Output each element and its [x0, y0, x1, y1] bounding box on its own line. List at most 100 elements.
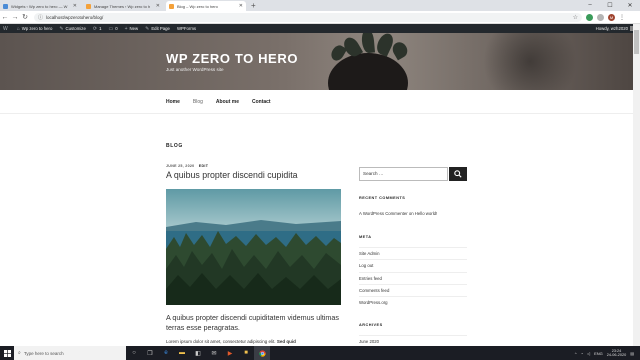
back-icon[interactable]: ←	[0, 14, 10, 21]
scrollbar-thumb[interactable]	[634, 30, 639, 54]
site-title[interactable]: WP ZERO TO HERO	[166, 51, 298, 66]
customize-link[interactable]: ✎ Customize	[59, 26, 86, 32]
clock[interactable]: 23:24 24-06-2020	[607, 349, 626, 358]
recent-comment-item[interactable]: A WordPress Commenter on Hello world!	[359, 211, 437, 216]
wp-logo-menu[interactable]: W	[3, 26, 10, 32]
browser-tab-themes[interactable]: Manage Themes ‹ Wp zero to h ✕	[83, 1, 163, 11]
site-info-icon[interactable]: ⓘ	[38, 14, 43, 21]
plant-leaf	[389, 39, 411, 61]
post-body-bold: Sed quid	[276, 339, 296, 344]
address-bar[interactable]: ⓘ localhost/wpzerotohero/blog/ ☆	[34, 12, 582, 22]
post-date[interactable]: JUNE 25, 2020	[166, 164, 194, 168]
browser-toolbar: ← → ↻ ⓘ localhost/wpzerotohero/blog/ ☆ M…	[0, 11, 640, 24]
comments-link[interactable]: ▭ 0	[108, 26, 117, 32]
edit-page-label: Edit Page	[151, 26, 170, 31]
brush-icon: ✎	[59, 25, 64, 32]
media-icon[interactable]: ▶	[222, 346, 238, 360]
tab-close-icon[interactable]: ✕	[239, 3, 243, 9]
page-scrollbar[interactable]	[633, 24, 640, 346]
nav-blog[interactable]: Blog	[193, 99, 203, 105]
post-edit-link[interactable]: EDIT	[199, 164, 208, 168]
new-tab-button[interactable]: +	[251, 1, 256, 11]
extension-icon[interactable]	[597, 13, 604, 21]
forward-icon[interactable]: →	[10, 14, 20, 21]
browser-tab-blog[interactable]: Blog – Wp zero to hero ✕	[166, 1, 246, 11]
reload-icon[interactable]: ↻	[20, 13, 30, 21]
wordpress-favicon-icon	[86, 3, 91, 9]
new-content-link[interactable]: + New	[125, 26, 139, 32]
edit-page-link[interactable]: ✎ Edit Page	[145, 26, 170, 32]
archives-title: ARCHIVES	[359, 323, 383, 327]
admin-site-link[interactable]: ⌂ Wp zero to hero	[17, 26, 53, 32]
post-title[interactable]: A quibus propter discendi cupidita	[166, 170, 298, 180]
tab-title: Widgets ‹ Wp zero to hero — W	[11, 3, 68, 9]
windows-taskbar: ⌕ Type here to search ○ ❐ e ▬ ◧ ✉ ▶ ■ ^ …	[0, 346, 640, 360]
comments-count: 0	[115, 26, 118, 31]
profile-avatar[interactable]: M	[608, 13, 615, 21]
wpforms-link[interactable]: WPForms	[177, 26, 196, 31]
meta-link-log-out[interactable]: Log out	[359, 259, 467, 271]
volume-icon[interactable]: ◁	[587, 351, 590, 356]
meta-link-entries-feed[interactable]: Entries feed	[359, 271, 467, 284]
taskbar-search-box[interactable]: ⌕ Type here to search	[14, 346, 126, 360]
maximize-icon[interactable]: ☐	[600, 0, 620, 10]
post-featured-image[interactable]	[166, 189, 341, 305]
store-icon[interactable]: ◧	[190, 346, 206, 360]
network-icon[interactable]: ◔	[581, 351, 583, 356]
edge-icon[interactable]: e	[158, 346, 174, 360]
search-input[interactable]: Search …	[359, 167, 448, 181]
file-explorer-icon[interactable]: ▬	[174, 346, 190, 360]
page-title: BLOG	[166, 143, 183, 149]
taskbar-search-placeholder: Type here to search	[23, 350, 64, 356]
cortana-icon[interactable]: ○	[126, 346, 142, 360]
extension-icon[interactable]	[586, 13, 593, 21]
bookmark-star-icon[interactable]: ☆	[573, 14, 578, 21]
meta-link-comments-feed[interactable]: Comments feed	[359, 283, 467, 296]
comment-icon: ▭	[108, 25, 114, 32]
notifications-icon[interactable]: ▤	[630, 351, 634, 356]
meta-link-site-admin[interactable]: Site Admin	[359, 247, 467, 259]
app-icon[interactable]: ■	[238, 346, 254, 360]
header-image	[0, 33, 633, 90]
nav-home[interactable]: Home	[166, 99, 180, 105]
nav-contact[interactable]: Contact	[252, 99, 271, 105]
wordpress-favicon-icon	[169, 3, 174, 9]
task-view-icon[interactable]: ❐	[142, 346, 158, 360]
user-account-menu[interactable]: Howdy, wzh2020	[596, 26, 635, 31]
browser-menu-icon[interactable]: ⋮	[619, 14, 625, 21]
tray-chevron-icon[interactable]: ^	[575, 351, 577, 356]
tab-close-icon[interactable]: ✕	[156, 3, 160, 9]
windows-logo-icon	[3, 349, 11, 357]
howdy-label: Howdy, wzh2020	[595, 26, 628, 31]
updates-link[interactable]: ⟳ 1	[93, 26, 102, 32]
recent-comments-title: RECENT COMMENTS	[359, 196, 406, 200]
browser-tab-widgets[interactable]: Widgets ‹ Wp zero to hero — W ✕	[0, 1, 80, 11]
tab-title: Manage Themes ‹ Wp zero to h	[94, 3, 151, 9]
landscape-image	[166, 189, 341, 305]
nav-about-me[interactable]: About me	[216, 99, 239, 105]
new-label: New	[129, 26, 139, 31]
start-button[interactable]	[0, 346, 14, 360]
search-icon	[454, 170, 462, 178]
main-navigation: Home Blog About me Contact	[0, 90, 633, 114]
system-tray: ^ ◔ ◁ ENG 23:24 24-06-2020 ▤	[571, 349, 634, 358]
minimize-icon[interactable]: –	[580, 0, 600, 10]
post-body: Lorem ipsum dolor sit amet, consectetur …	[166, 339, 296, 344]
admin-site-label: Wp zero to hero	[21, 26, 53, 31]
close-window-icon[interactable]: ✕	[620, 0, 640, 10]
mail-icon[interactable]: ✉	[206, 346, 222, 360]
updates-count: 1	[99, 26, 102, 31]
browser-tabstrip: Widgets ‹ Wp zero to hero — W ✕ Manage T…	[0, 0, 640, 11]
language-indicator[interactable]: ENG	[594, 351, 603, 356]
chrome-logo-icon	[258, 349, 266, 357]
url-text: localhost/wpzerotohero/blog/	[46, 14, 104, 20]
tab-close-icon[interactable]: ✕	[73, 3, 77, 9]
plant-leaf	[360, 33, 376, 54]
clock-date: 24-06-2020	[606, 353, 627, 357]
post-meta: JUNE 25, 2020 EDIT	[166, 164, 208, 168]
meta-link-wordpress-org[interactable]: WordPress.org	[359, 296, 467, 308]
search-button[interactable]	[449, 167, 467, 181]
plus-icon: +	[124, 25, 128, 32]
chrome-icon[interactable]	[254, 346, 270, 360]
pencil-icon: ✎	[145, 25, 150, 32]
